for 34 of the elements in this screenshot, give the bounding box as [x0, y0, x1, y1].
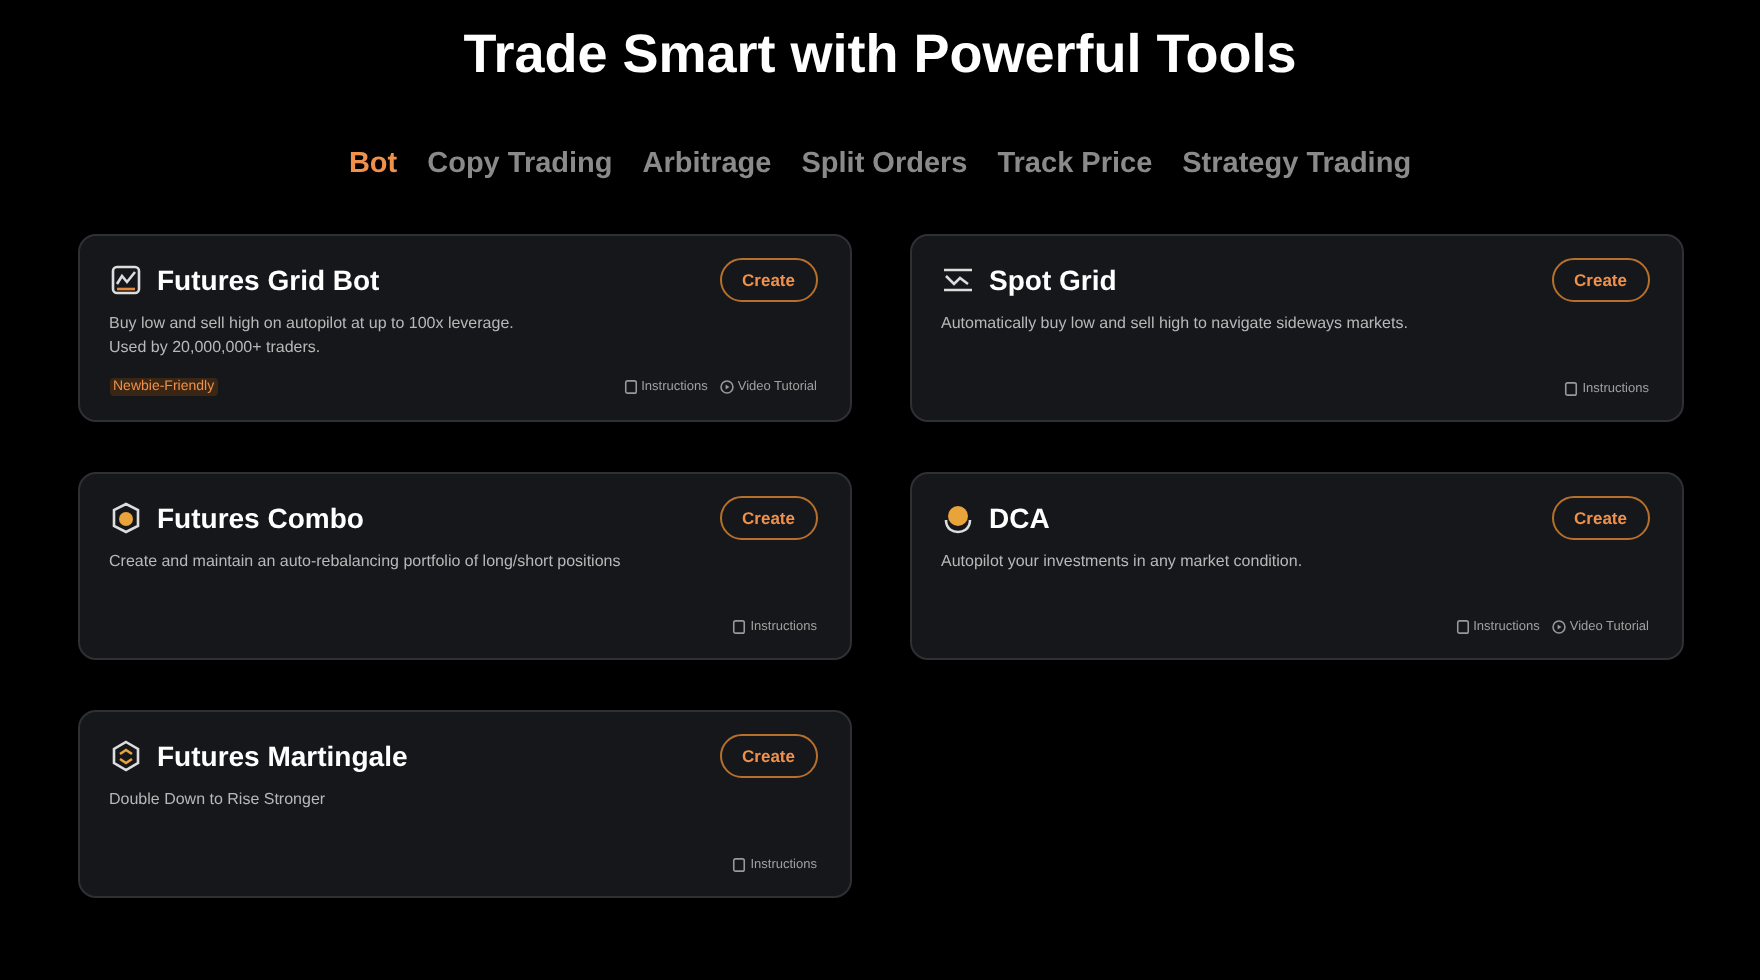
book-icon — [1455, 620, 1470, 634]
card-title: Spot Grid — [989, 264, 1117, 296]
create-button[interactable]: Create — [1552, 258, 1649, 302]
swap-icon — [109, 740, 141, 772]
tab[interactable]: Copy Trading — [427, 146, 613, 182]
tab[interactable]: Arbitrage — [642, 146, 772, 182]
book-icon — [732, 858, 747, 872]
book-icon — [623, 380, 638, 394]
shield-coin-icon — [109, 502, 141, 534]
chart-icon — [109, 264, 141, 296]
card-description: Autopilot your investments in any market condition. — [941, 550, 1305, 574]
create-button[interactable]: Create — [720, 496, 817, 540]
card-title: DCA — [989, 502, 1050, 534]
play-icon — [1551, 620, 1566, 634]
page-heading: Trade Smart with Powerful Tools — [463, 22, 1297, 86]
create-button[interactable]: Create — [720, 734, 817, 778]
coin-hand-icon — [941, 502, 973, 534]
tab[interactable]: Strategy Trading — [1182, 146, 1412, 182]
tab[interactable]: Bot — [348, 146, 398, 182]
card-description: Create and maintain an auto-rebalancing portfolio of long/short positions — [109, 550, 623, 574]
play-icon — [719, 380, 734, 394]
card-title: Futures Combo — [157, 502, 364, 534]
book-icon — [732, 620, 747, 634]
card-description: Automatically buy low and sell high to navigate sideways markets. — [941, 312, 1410, 336]
card-description: Double Down to Rise Stronger — [109, 788, 328, 812]
book-icon — [1564, 382, 1579, 396]
create-button[interactable]: Create — [1552, 496, 1649, 540]
grid-chart-icon — [941, 264, 973, 296]
card-description: Buy low and sell high on autopilot at up to 100x leverage. Used by 20,000,000+ traders. — [109, 312, 516, 360]
tab[interactable]: Split Orders — [801, 146, 968, 182]
create-button[interactable]: Create — [720, 258, 817, 302]
card-title: Futures Martingale — [157, 740, 408, 772]
card-title: Futures Grid Bot — [157, 264, 380, 296]
tab[interactable]: Track Price — [997, 146, 1153, 182]
